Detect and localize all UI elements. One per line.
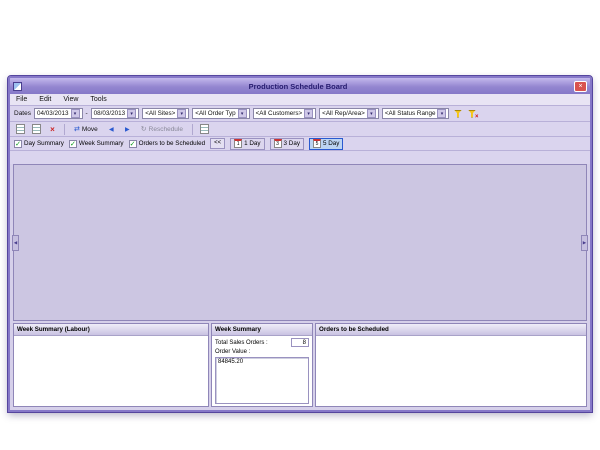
- dates-label: Dates: [14, 110, 31, 117]
- calendar-icon: 5: [313, 139, 321, 148]
- delete-icon[interactable]: ×: [46, 123, 59, 135]
- page-background: Production Schedule Board × FileEditView…: [0, 0, 600, 450]
- combo-value: <All Order Typ: [195, 110, 235, 117]
- menu-tools[interactable]: Tools: [84, 96, 112, 103]
- checkbox-label: Orders to be Scheduled: [139, 140, 206, 147]
- filter-toolbar: Dates 04/03/2013 ▾ - 08/03/2013 ▾ <All S…: [10, 106, 590, 122]
- export-icon[interactable]: [14, 123, 27, 135]
- chevron-down-icon[interactable]: ▾: [437, 109, 446, 118]
- panel-title: Week Summary (Labour): [14, 324, 208, 336]
- combo-value: <All Sites>: [145, 110, 175, 117]
- total-sales-orders-value: 8: [291, 338, 309, 347]
- filter-combo[interactable]: <All Sites>▾: [142, 108, 189, 119]
- chevron-down-icon[interactable]: ▾: [177, 109, 186, 118]
- checkbox-icon: ✓: [129, 140, 137, 148]
- total-sales-orders-label: Total Sales Orders :: [215, 340, 268, 346]
- print-schedule-icon[interactable]: [348, 138, 361, 150]
- chevron-down-icon[interactable]: ▾: [71, 109, 80, 118]
- menu-view[interactable]: View: [57, 96, 84, 103]
- chevron-down-icon[interactable]: ▾: [367, 109, 376, 118]
- calendar-icon: 3: [274, 139, 282, 148]
- toolbar-separator: [192, 124, 193, 135]
- scroll-left-button[interactable]: ◀: [12, 235, 19, 251]
- checkbox-day-summary[interactable]: ✓Day Summary: [14, 140, 64, 148]
- bottom-panels: Week Summary (Labour) Week Summary Total…: [13, 323, 587, 407]
- menu-edit[interactable]: Edit: [33, 96, 57, 103]
- checkbox-icon: ✓: [69, 140, 77, 148]
- x-badge-icon: ×: [475, 114, 479, 120]
- filter-combo[interactable]: <All Order Typ▾: [192, 108, 249, 119]
- scroll-right-button[interactable]: ▶: [581, 235, 588, 251]
- day-button-label: 5 Day: [323, 140, 339, 147]
- date-range-separator: -: [86, 110, 88, 117]
- assign-right-icon[interactable]: ▶: [121, 123, 134, 135]
- funnel-icon: [454, 110, 462, 118]
- copy-icon[interactable]: [30, 123, 43, 135]
- checkbox-label: Week Summary: [79, 140, 124, 147]
- close-icon[interactable]: ×: [574, 81, 587, 92]
- move-label: Move: [82, 126, 98, 133]
- order-value-label: Order Value :: [215, 349, 250, 355]
- filter-combo[interactable]: <All Status Range▾: [382, 108, 450, 119]
- menu-bar: FileEditViewTools: [10, 94, 590, 106]
- title-bar[interactable]: Production Schedule Board ×: [10, 78, 590, 94]
- chevron-down-icon[interactable]: ▾: [238, 109, 247, 118]
- week-summary-labour-panel: Week Summary (Labour): [13, 323, 209, 407]
- move-icon: ⇄: [74, 125, 80, 133]
- filter-icon[interactable]: [452, 108, 463, 119]
- orders-to-be-scheduled-panel: Orders to be Scheduled: [315, 323, 587, 407]
- combo-value: <All Customers>: [256, 110, 303, 117]
- menu-file[interactable]: File: [10, 96, 33, 103]
- panel-filler: [316, 336, 586, 406]
- print-icon[interactable]: [198, 123, 211, 135]
- clear-filter-icon[interactable]: ×: [466, 108, 477, 119]
- combo-value: <All Rep/Area>: [322, 110, 365, 117]
- date-from-value: 04/03/2013: [37, 110, 69, 117]
- prev-week-button[interactable]: <<: [210, 138, 225, 149]
- panel-filler: [14, 336, 208, 406]
- panel-title: Week Summary: [212, 324, 312, 336]
- move-button[interactable]: ⇄ Move: [70, 123, 102, 135]
- tab-strip: [10, 151, 590, 164]
- view-5-day-button[interactable]: 55 Day: [309, 138, 343, 150]
- day-button-label: 3 Day: [284, 140, 300, 147]
- filter-combo[interactable]: <All Rep/Area>▾: [319, 108, 379, 119]
- chevron-down-icon[interactable]: ▾: [127, 109, 136, 118]
- view-options-row: ✓Day Summary✓Week Summary✓Orders to be S…: [10, 137, 590, 151]
- schedule-board: ◀ ▶: [13, 164, 587, 321]
- assign-left-icon[interactable]: ◀: [105, 123, 118, 135]
- day-button-label: 1 Day: [244, 140, 260, 147]
- week-summary-panel: Week Summary Total Sales Orders : 8 Orde…: [211, 323, 313, 407]
- chevron-down-icon[interactable]: ▾: [304, 109, 313, 118]
- panel-title: Orders to be Scheduled: [316, 324, 586, 336]
- toolbar-separator: [64, 124, 65, 135]
- order-value-box: 84845.20: [215, 357, 309, 404]
- date-from-input[interactable]: 04/03/2013 ▾: [34, 108, 83, 119]
- view-1-day-button[interactable]: 11 Day: [230, 138, 264, 150]
- window-title: Production Schedule Board: [25, 82, 571, 91]
- date-to-value: 08/03/2013: [94, 110, 126, 117]
- action-toolbar: × ⇄ Move ◀ ▶ ↻ Reschedule: [10, 122, 590, 137]
- reschedule-icon: ↻: [141, 125, 147, 133]
- view-3-day-button[interactable]: 33 Day: [270, 138, 304, 150]
- checkbox-orders-to-be-scheduled[interactable]: ✓Orders to be Scheduled: [129, 140, 206, 148]
- date-to-input[interactable]: 08/03/2013 ▾: [91, 108, 140, 119]
- app-window: Production Schedule Board × FileEditView…: [8, 76, 592, 412]
- app-icon: [13, 82, 22, 91]
- reschedule-button[interactable]: ↻ Reschedule: [137, 123, 187, 135]
- checkbox-week-summary[interactable]: ✓Week Summary: [69, 140, 124, 148]
- checkbox-label: Day Summary: [24, 140, 64, 147]
- day-columns: [13, 164, 587, 321]
- calendar-icon: 1: [234, 139, 242, 148]
- checkbox-icon: ✓: [14, 140, 22, 148]
- week-summary-body: Total Sales Orders : 8 Order Value : 848…: [212, 336, 312, 406]
- filter-combo[interactable]: <All Customers>▾: [253, 108, 317, 119]
- reschedule-label: Reschedule: [149, 126, 183, 133]
- combo-value: <All Status Range: [385, 110, 436, 117]
